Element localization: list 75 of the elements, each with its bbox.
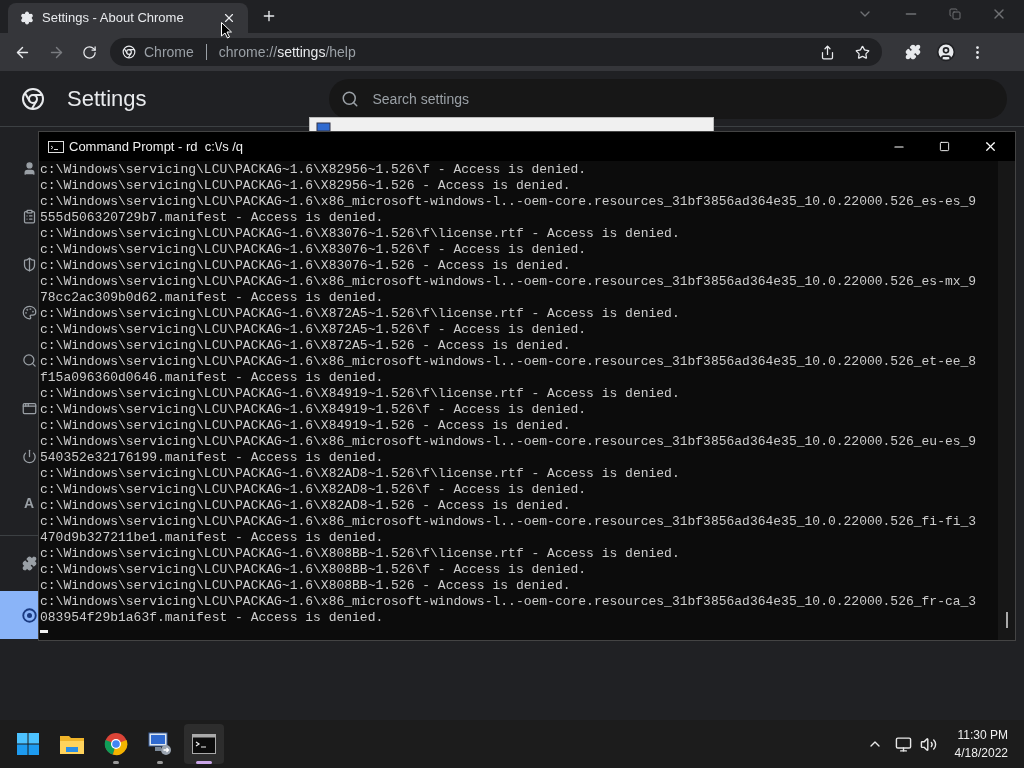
- profile-icon[interactable]: [936, 42, 956, 62]
- close-icon[interactable]: [222, 11, 236, 25]
- puzzle-icon: [22, 556, 37, 571]
- remote-desktop-icon: [147, 731, 173, 757]
- tab-title: Settings - About Chrome: [42, 9, 185, 28]
- console-line: c:\Windows\servicing\LCU\PACKAG~1.6\X872A5~1.526 - Access is denied.: [39, 338, 571, 354]
- search-field[interactable]: Search settings: [328, 78, 1007, 119]
- network-icon[interactable]: [894, 735, 912, 753]
- gear-icon: [20, 11, 34, 25]
- console-line: c:\Windows\servicing\LCU\PACKAG~1.6\X872A5~1.526\f - Access is denied.: [39, 322, 587, 338]
- settings-title: Settings: [67, 85, 147, 113]
- star-icon[interactable]: [855, 44, 870, 60]
- console-line: c:\Windows\servicing\LCU\PACKAG~1.6\x86_microsoft-windows-l..-oem-core.resources_31bf3856ad364e35_10.0.22000.526_fi-fi_3: [39, 514, 977, 530]
- volume-icon[interactable]: [919, 735, 937, 753]
- console-line: c:\Windows\servicing\LCU\PACKAG~1.6\x86_microsoft-windows-l..-oem-core.resources_31bf3856ad364e35_10.0.22000.526_es-mx_9: [39, 274, 977, 290]
- reload-icon[interactable]: [82, 44, 97, 60]
- extensions-icon[interactable]: [905, 44, 921, 60]
- console-line: c:\Windows\servicing\LCU\PACKAG~1.6\x86_microsoft-windows-l..-oem-core.resources_31bf3856ad364e35_10.0.22000.526_eu-es_9: [39, 434, 977, 450]
- mouse-pointer-icon: [221, 22, 232, 39]
- site-label: Chrome: [144, 42, 194, 62]
- terminal-icon: [192, 734, 216, 754]
- console-line: 083954f29b1a63f.manifest - Access is denied.: [39, 610, 384, 626]
- shield-icon: [22, 256, 37, 272]
- window-title: Command Prompt - rd c:\/s /q: [69, 137, 244, 156]
- console-line: 470d9b327211be1.manifest - Access is denied.: [39, 530, 384, 546]
- console-line: c:\Windows\servicing\LCU\PACKAG~1.6\x86_microsoft-windows-l..-oem-core.resources_31bf3856ad364e35_10.0.22000.526_et-ee_8: [39, 354, 977, 370]
- console-line: 555d506320729b7.manifest - Access is denied.: [39, 210, 384, 226]
- sidebar-heading: A: [24, 494, 35, 513]
- terminal-icon: [48, 140, 64, 153]
- address-bar[interactable]: Chrome chrome://settings/help: [110, 38, 882, 66]
- console-line: c:\Windows\servicing\LCU\PACKAG~1.6\X84919~1.526\f\license.rtf - Access is denied.: [39, 386, 680, 402]
- clipboard-icon: [22, 208, 37, 224]
- power-icon: [22, 448, 37, 464]
- console-line: c:\Windows\servicing\LCU\PACKAG~1.6\X84919~1.526 - Access is denied.: [39, 418, 571, 434]
- console-line: c:\Windows\servicing\LCU\PACKAG~1.6\X84919~1.526\f - Access is denied.: [39, 402, 587, 418]
- console-line: 540352e32176199.manifest - Access is denied.: [39, 450, 384, 466]
- running-indicator: [196, 761, 212, 764]
- running-indicator: [157, 761, 163, 764]
- text-cursor: [40, 630, 48, 633]
- scrollbar-thumb[interactable]: [1005, 612, 1008, 628]
- console-line: c:\Windows\servicing\LCU\PACKAG~1.6\X808BB~1.526\f\license.rtf - Access is denied.: [39, 546, 680, 562]
- share-icon[interactable]: [820, 44, 835, 60]
- console-line: c:\Windows\servicing\LCU\PACKAG~1.6\X808BB~1.526 - Access is denied.: [39, 578, 571, 594]
- windows-logo-icon: [16, 732, 40, 756]
- search-icon: [340, 89, 359, 108]
- palette-icon: [22, 304, 37, 320]
- scrollbar[interactable]: [998, 161, 1015, 640]
- person-icon: [22, 160, 37, 176]
- console-line: c:\Windows\servicing\LCU\PACKAG~1.6\X82AD8~1.526 - Access is denied.: [39, 498, 571, 514]
- sidebar-item[interactable]: [0, 591, 38, 639]
- clock[interactable]: 11:30 PM 4/18/2022: [954, 726, 1008, 762]
- console-line: c:\Windows\servicing\LCU\PACKAG~1.6\X82956~1.526 - Access is denied.: [39, 178, 571, 194]
- console-line: f15a096360d0646.manifest - Access is denied.: [39, 370, 384, 386]
- maximize-icon[interactable]: [939, 141, 950, 152]
- console-line: c:\Windows\servicing\LCU\PACKAG~1.6\X83076~1.526\f\license.rtf - Access is denied.: [39, 226, 680, 242]
- window-icon: [22, 400, 37, 416]
- folder-icon: [59, 733, 85, 755]
- taskbar-button[interactable]: [184, 724, 224, 764]
- console-line: c:\Windows\servicing\LCU\PACKAG~1.6\X83076~1.526 - Access is denied.: [39, 258, 571, 274]
- console-line: c:\Windows\servicing\LCU\PACKAG~1.6\X808BB~1.526\f - Access is denied.: [39, 562, 587, 578]
- new-tab-icon[interactable]: [261, 8, 277, 24]
- url-text: chrome://settings/help: [218, 42, 356, 62]
- console-line: c:\Windows\servicing\LCU\PACKAG~1.6\x86_microsoft-windows-l..-oem-core.resources_31bf3856ad364e35_10.0.22000.526_fr-ca_3: [39, 594, 977, 610]
- running-indicator: [113, 761, 119, 764]
- console-line: c:\Windows\servicing\LCU\PACKAG~1.6\X82956~1.526\f - Access is denied.: [39, 162, 587, 178]
- search-icon: [22, 352, 37, 368]
- browser-tab[interactable]: Settings - About Chrome: [8, 3, 248, 33]
- restore-icon[interactable]: [949, 7, 961, 20]
- console-line: 78cc2ac309b0d62.manifest - Access is denied.: [39, 290, 384, 306]
- console-line: c:\Windows\servicing\LCU\PACKAG~1.6\X82AD8~1.526\f - Access is denied.: [39, 482, 587, 498]
- console-line: c:\Windows\servicing\LCU\PACKAG~1.6\X82AD8~1.526\f\license.rtf - Access is denied.: [39, 466, 680, 482]
- close-icon[interactable]: [983, 139, 998, 154]
- console-line: c:\Windows\servicing\LCU\PACKAG~1.6\X83076~1.526\f - Access is denied.: [39, 242, 587, 258]
- console-line: c:\Windows\servicing\LCU\PACKAG~1.6\X872A5~1.526\f\license.rtf - Access is denied.: [39, 306, 680, 322]
- console-line: c:\Windows\servicing\LCU\PACKAG~1.6\x86_microsoft-windows-l..-oem-core.resources_31bf3856ad364e35_10.0.22000.526_es-es_9: [39, 194, 977, 210]
